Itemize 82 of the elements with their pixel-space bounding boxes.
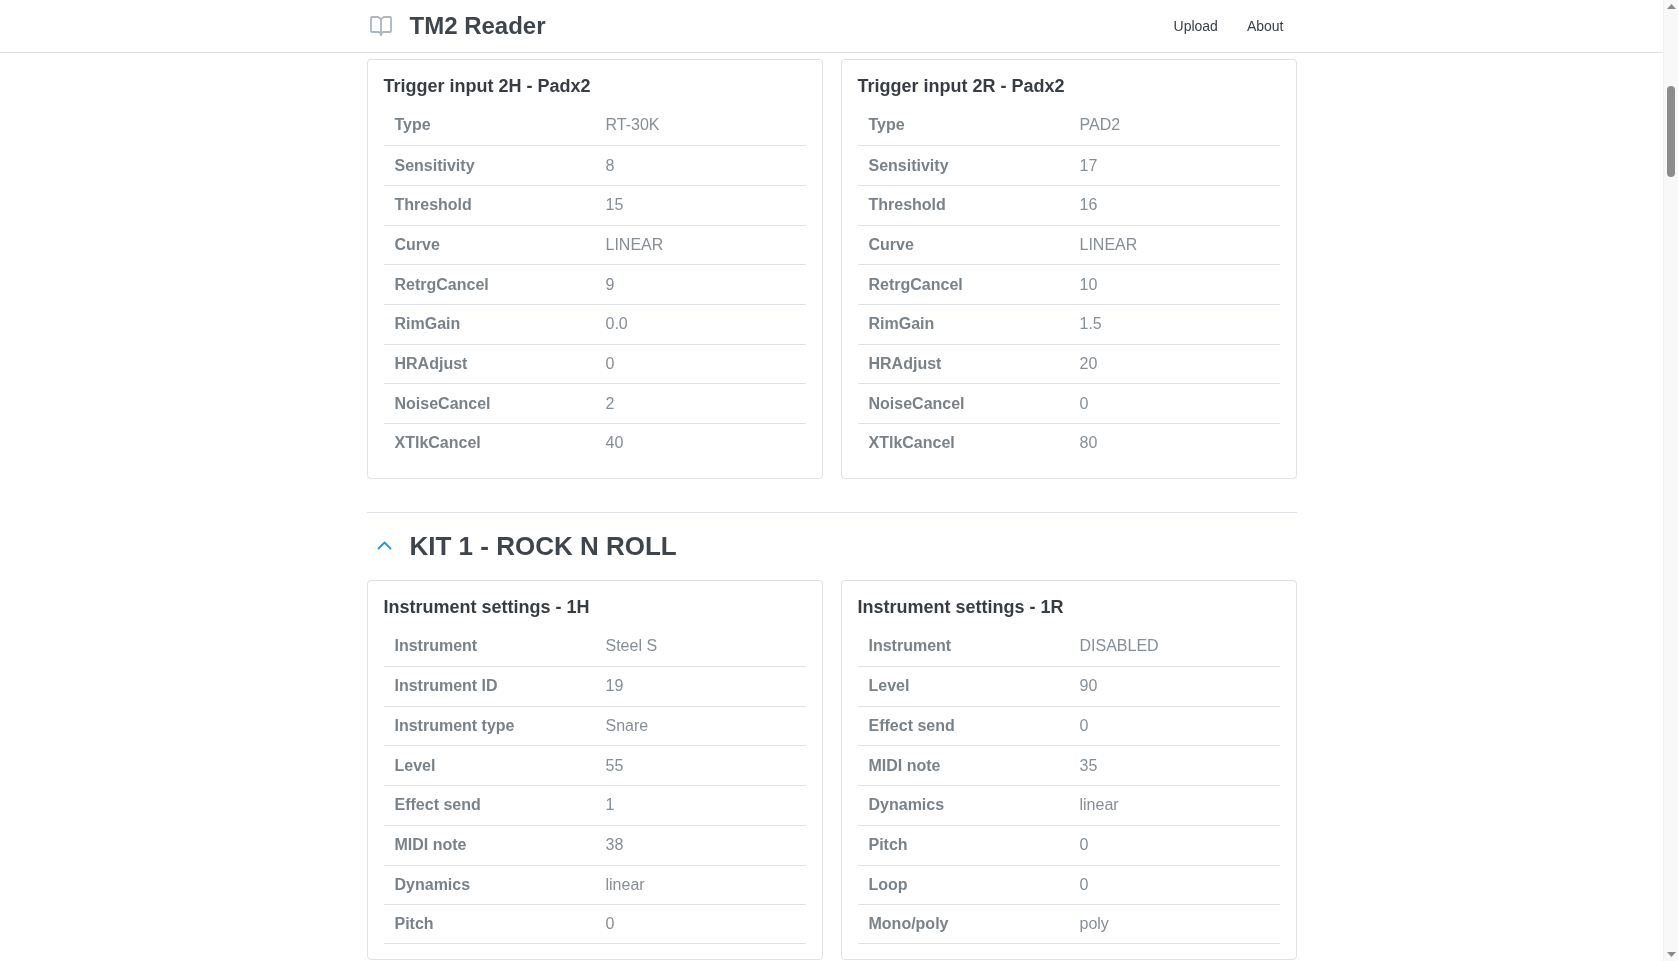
- setting-value: PAD2: [1079, 115, 1121, 136]
- app-title: TM2 Reader: [409, 12, 546, 40]
- setting-label: Instrument: [394, 636, 478, 657]
- book-icon: [368, 14, 393, 38]
- nav-link[interactable]: Upload: [1161, 12, 1230, 40]
- setting-value: 90: [1079, 676, 1098, 697]
- card-title: Instrument settings - 1H: [383, 596, 591, 619]
- setting-label: Curve: [868, 235, 914, 255]
- setting-label: RetrgCancel: [394, 274, 489, 295]
- setting-label: Type: [394, 115, 431, 136]
- setting-value: 20: [1079, 354, 1098, 375]
- setting-label: Instrument ID: [394, 676, 498, 697]
- setting-value: 55: [605, 755, 624, 776]
- chevron-up-icon[interactable]: [376, 541, 392, 551]
- setting-value: 0: [605, 914, 615, 935]
- setting-value: Snare: [605, 716, 649, 737]
- setting-value: 0: [1079, 393, 1089, 414]
- setting-value: linear: [605, 874, 645, 895]
- setting-value: 0: [1079, 716, 1089, 737]
- setting-label: Sensitivity: [394, 155, 475, 176]
- setting-label: RimGain: [868, 314, 935, 335]
- setting-value: 15: [605, 195, 624, 216]
- setting-label: RimGain: [394, 314, 461, 335]
- setting-value: poly: [1079, 914, 1109, 935]
- setting-value: 19: [605, 676, 624, 697]
- setting-value: 80: [1079, 433, 1098, 454]
- scroll-down-arrow-icon[interactable]: [1666, 952, 1676, 957]
- setting-value: 1.5: [1079, 314, 1102, 335]
- setting-label: Dynamics: [394, 874, 471, 895]
- setting-value: 40: [605, 433, 624, 454]
- setting-label: Threshold: [394, 195, 472, 216]
- setting-label: Dynamics: [868, 795, 945, 816]
- setting-label: Threshold: [868, 195, 946, 216]
- setting-label: Effect send: [868, 716, 955, 737]
- setting-label: MIDI note: [868, 755, 941, 776]
- setting-label: Level: [394, 755, 436, 776]
- setting-value: 1: [605, 795, 615, 816]
- card-title: Trigger input 2H - Padx2: [383, 76, 592, 98]
- setting-label: MIDI note: [394, 835, 467, 856]
- setting-value: 38: [605, 835, 624, 856]
- setting-label: Mono/poly: [868, 914, 949, 935]
- nav-link[interactable]: About: [1234, 12, 1296, 40]
- card-title: Trigger input 2R - Padx2: [857, 76, 1066, 98]
- setting-label: Instrument: [868, 636, 952, 657]
- scrollbar[interactable]: [1663, 0, 1678, 961]
- scroll-up-arrow-icon[interactable]: [1666, 4, 1676, 9]
- setting-label: RetrgCancel: [868, 274, 963, 295]
- setting-label: Level: [868, 676, 910, 697]
- setting-value: LINEAR: [605, 235, 664, 255]
- setting-value: Steel S: [605, 636, 658, 657]
- setting-value: linear: [1079, 795, 1119, 816]
- scrollbar-thumb[interactable]: [1667, 86, 1675, 177]
- setting-value: 0: [605, 354, 615, 375]
- setting-label: Pitch: [394, 914, 434, 935]
- setting-label: Curve: [394, 235, 440, 255]
- setting-value: 10: [1079, 274, 1098, 295]
- setting-value: RT-30K: [605, 115, 660, 136]
- setting-value: 17: [1079, 155, 1098, 176]
- setting-label: HRAdjust: [394, 354, 468, 375]
- setting-value: 0: [1079, 835, 1089, 856]
- setting-label: Sensitivity: [868, 155, 949, 176]
- setting-value: 2: [605, 393, 615, 414]
- setting-value: 0: [1079, 874, 1089, 895]
- setting-label: XTlkCancel: [868, 433, 955, 454]
- setting-label: Type: [868, 115, 905, 136]
- setting-value: 16: [1079, 195, 1098, 216]
- setting-value: 0.0: [605, 314, 628, 335]
- setting-label: NoiseCancel: [394, 393, 491, 414]
- section-title: KIT 1 - ROCK N ROLL: [409, 529, 677, 563]
- setting-value: DISABLED: [1079, 636, 1159, 657]
- setting-value: 35: [1079, 755, 1098, 776]
- setting-label: HRAdjust: [868, 354, 942, 375]
- setting-value: 8: [605, 155, 615, 176]
- setting-label: XTlkCancel: [394, 433, 481, 454]
- setting-label: Effect send: [394, 795, 481, 816]
- setting-label: Loop: [868, 874, 908, 895]
- setting-value: LINEAR: [1079, 235, 1138, 255]
- setting-label: Pitch: [868, 835, 908, 856]
- setting-label: Instrument type: [394, 716, 515, 737]
- card-title: Instrument settings - 1R: [857, 596, 1065, 619]
- setting-value: 9: [605, 274, 615, 295]
- setting-label: NoiseCancel: [868, 393, 965, 414]
